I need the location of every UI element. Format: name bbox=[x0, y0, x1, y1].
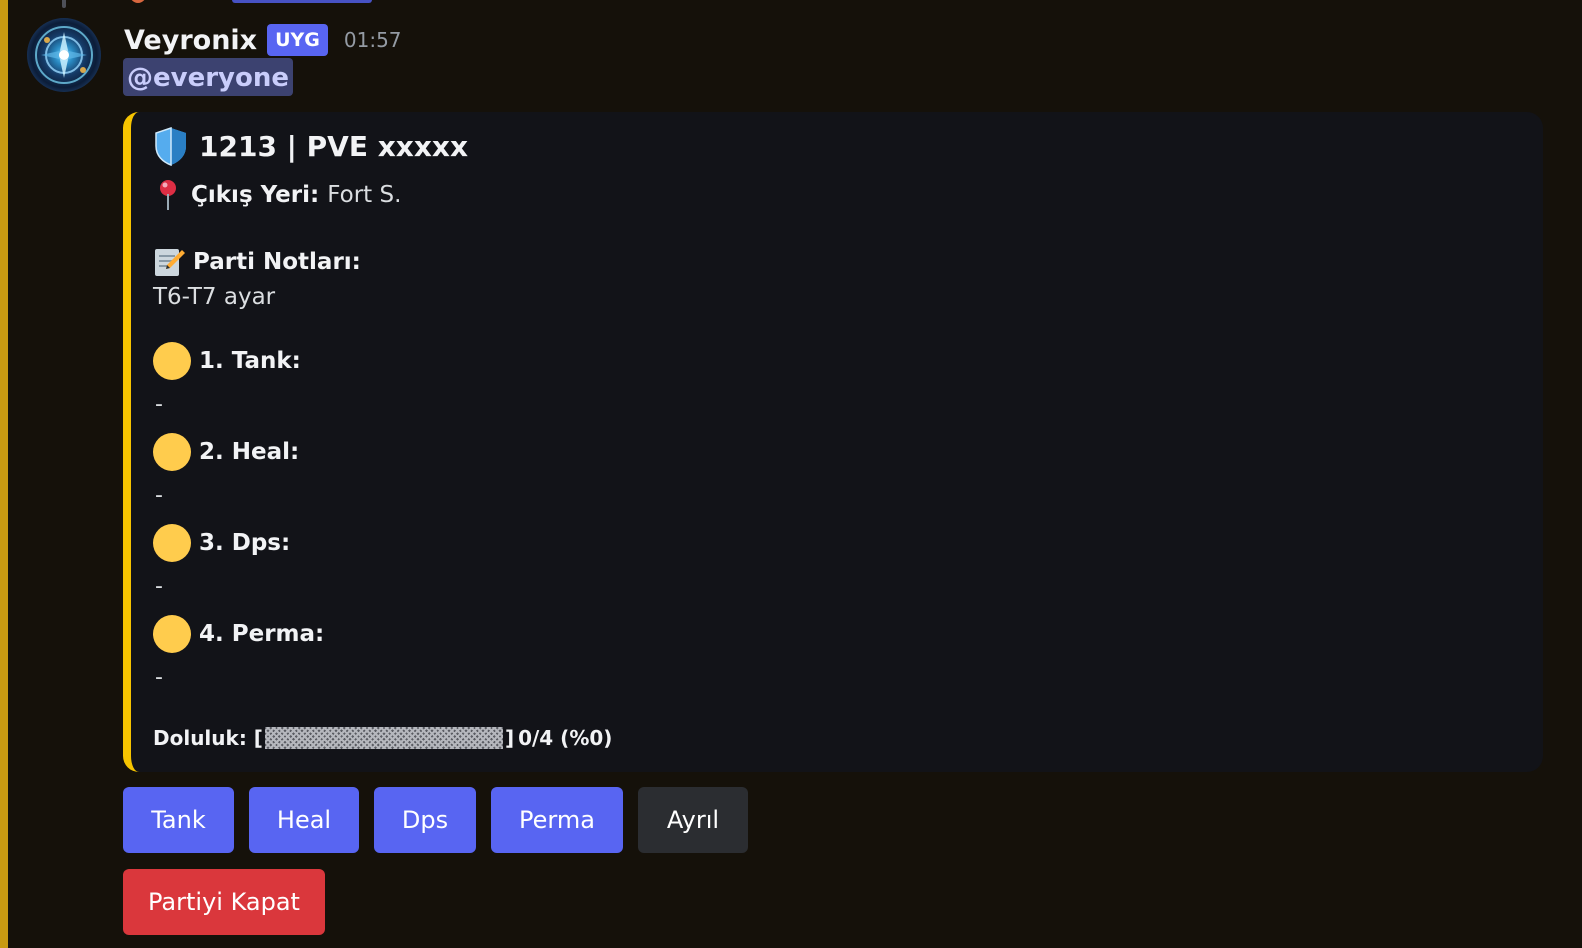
location-field: Çıkış Yeri: Fort S. bbox=[153, 178, 401, 212]
slot-dps: 3. Dps: bbox=[153, 524, 290, 562]
fill-progress-bar bbox=[264, 727, 503, 749]
location-label: Çıkış Yeri: bbox=[191, 182, 320, 208]
slot-label: 3. Dps: bbox=[199, 530, 291, 556]
role-tag[interactable]: UYG bbox=[267, 24, 328, 56]
memo-icon bbox=[155, 249, 185, 276]
slot-heal: 2. Heal: bbox=[153, 433, 299, 471]
notes-label: Parti Notları: bbox=[193, 249, 361, 275]
location-value: Fort S. bbox=[327, 182, 402, 208]
leave-button[interactable]: Ayrıl bbox=[638, 787, 748, 853]
yellow-circle-icon bbox=[153, 615, 191, 653]
timestamp: 01:57 bbox=[343, 28, 402, 52]
yellow-circle-icon bbox=[153, 524, 191, 562]
notes-field: Parti Notları: bbox=[153, 246, 361, 278]
previous-message-mention bbox=[232, 0, 372, 3]
embed-title-text: 1213 | PVE xxxxx bbox=[199, 129, 469, 163]
slot-value: - bbox=[155, 665, 163, 690]
fill-summary: 0/4 (%0) bbox=[518, 726, 613, 750]
tank-button[interactable]: Tank bbox=[123, 787, 234, 853]
fill-close: ] bbox=[504, 726, 515, 750]
slot-tank: 1. Tank: bbox=[153, 342, 301, 380]
slot-value: - bbox=[155, 483, 163, 508]
message-header: Veyronix UYG 01:57 bbox=[124, 20, 402, 60]
slot-label: 1. Tank: bbox=[199, 348, 301, 374]
fill-label: Doluluk: [ bbox=[153, 726, 263, 750]
shield-icon bbox=[155, 126, 186, 166]
notes-text: T6-T7 ayar bbox=[153, 284, 276, 310]
slot-label: 2. Heal: bbox=[199, 439, 300, 465]
author-name[interactable]: Veyronix bbox=[124, 25, 257, 56]
everyone-mention[interactable]: @everyone bbox=[123, 58, 293, 96]
pushpin-icon bbox=[160, 180, 176, 210]
chat-area: Veyronix UYG 01:57 @everyone 1213 | PVE … bbox=[0, 0, 1582, 948]
heal-button[interactable]: Heal bbox=[249, 787, 359, 853]
notes-value: T6-T7 ayar bbox=[153, 284, 275, 310]
slot-perma: 4. Perma: bbox=[153, 615, 324, 653]
party-embed: 1213 | PVE xxxxx Çıkış Yeri: Fort S. Par… bbox=[123, 112, 1543, 772]
slot-value: - bbox=[155, 392, 163, 417]
highlight-bar bbox=[0, 0, 8, 948]
embed-title: 1213 | PVE xxxxx bbox=[153, 124, 468, 168]
previous-message-avatar bbox=[130, 0, 146, 3]
slot-label: 4. Perma: bbox=[199, 621, 325, 647]
perma-button[interactable]: Perma bbox=[491, 787, 623, 853]
fill-status: Doluluk: [ ] 0/4 (%0) bbox=[153, 726, 612, 750]
dps-button[interactable]: Dps bbox=[374, 787, 476, 853]
reply-connector bbox=[62, 0, 66, 8]
yellow-circle-icon bbox=[153, 342, 191, 380]
close-party-button[interactable]: Partiyi Kapat bbox=[123, 869, 325, 935]
avatar[interactable] bbox=[27, 18, 101, 92]
slot-value: - bbox=[155, 574, 163, 599]
yellow-circle-icon bbox=[153, 433, 191, 471]
compass-emblem-icon bbox=[35, 26, 93, 84]
